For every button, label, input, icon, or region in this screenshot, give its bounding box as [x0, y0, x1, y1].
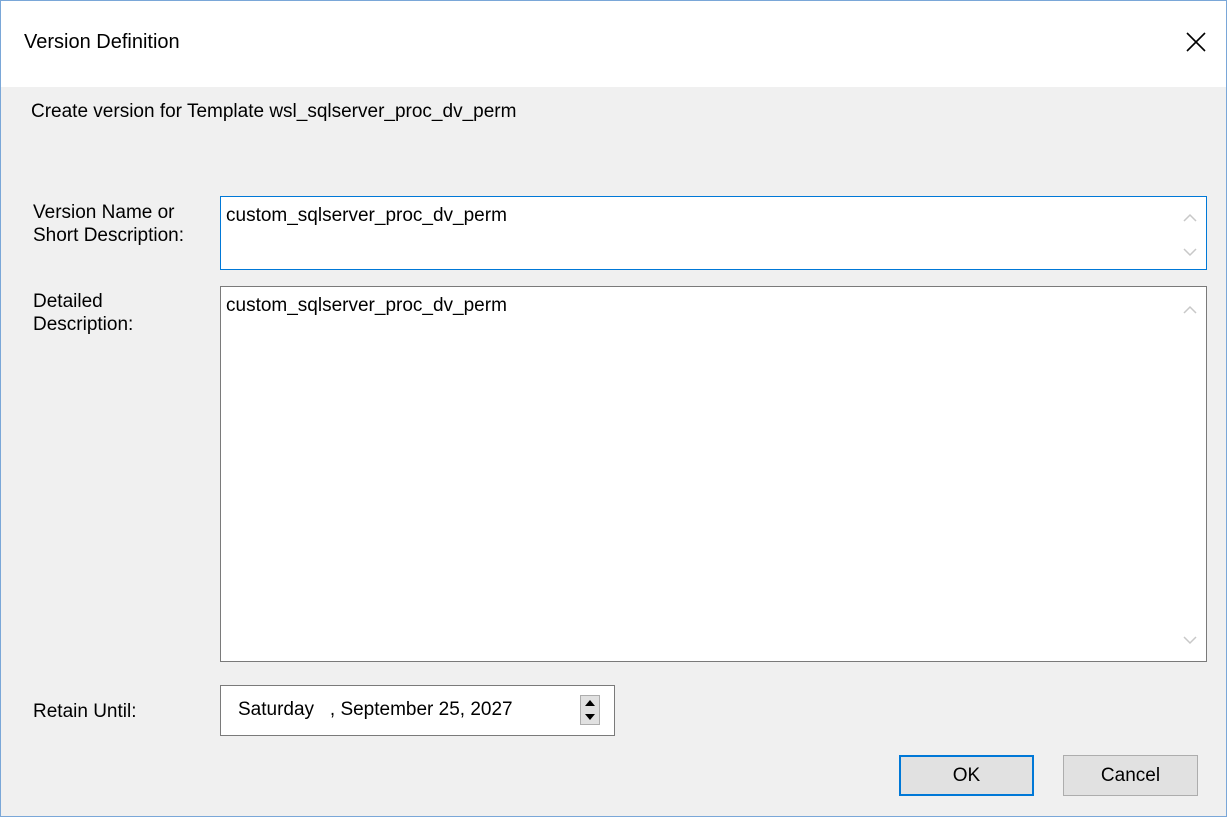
- detailed-label-line1: Detailed: [33, 291, 103, 312]
- spin-up-button[interactable]: [581, 696, 599, 710]
- cancel-button[interactable]: Cancel: [1063, 755, 1198, 796]
- triangle-up-icon: [585, 700, 595, 706]
- chevron-down-icon: [1183, 636, 1197, 645]
- version-name-scrollbar[interactable]: [1175, 198, 1205, 268]
- detailed-description-label: Detailed Description:: [33, 290, 133, 336]
- version-definition-dialog: Version Definition Create version for Te…: [0, 0, 1227, 817]
- close-button[interactable]: [1172, 17, 1220, 67]
- scroll-down-button[interactable]: [1175, 240, 1205, 264]
- scroll-up-button[interactable]: [1175, 298, 1205, 322]
- detailed-label-line2: Description:: [33, 314, 134, 335]
- close-icon: [1186, 32, 1206, 52]
- date-spinner[interactable]: [580, 695, 600, 725]
- chevron-up-icon: [1183, 305, 1197, 314]
- version-name-value: custom_sqlserver_proc_dv_perm: [226, 205, 507, 226]
- title-bar[interactable]: Version Definition: [1, 1, 1226, 87]
- retain-until-label: Retain Until:: [33, 701, 137, 722]
- version-name-label-line2: Short Description:: [33, 225, 185, 246]
- detailed-description-value: custom_sqlserver_proc_dv_perm: [226, 295, 507, 316]
- retain-until-datepicker[interactable]: Saturday , September 25, 2027: [220, 685, 615, 736]
- scroll-up-button[interactable]: [1175, 206, 1205, 230]
- spin-down-button[interactable]: [581, 710, 599, 724]
- ok-button[interactable]: OK: [899, 755, 1034, 796]
- detailed-description-input[interactable]: custom_sqlserver_proc_dv_perm: [220, 286, 1207, 662]
- version-name-label-line1: Version Name or: [33, 202, 175, 223]
- chevron-up-icon: [1183, 213, 1197, 222]
- retain-until-value[interactable]: Saturday , September 25, 2027: [238, 699, 513, 721]
- version-name-input[interactable]: custom_sqlserver_proc_dv_perm: [220, 196, 1207, 270]
- triangle-down-icon: [585, 714, 595, 720]
- detailed-description-scrollbar[interactable]: [1175, 288, 1205, 660]
- dialog-subtitle: Create version for Template wsl_sqlserve…: [31, 101, 517, 122]
- scroll-down-button[interactable]: [1175, 628, 1205, 652]
- version-name-label: Version Name or Short Description:: [33, 201, 184, 247]
- window-title: Version Definition: [24, 31, 180, 53]
- chevron-down-icon: [1183, 248, 1197, 257]
